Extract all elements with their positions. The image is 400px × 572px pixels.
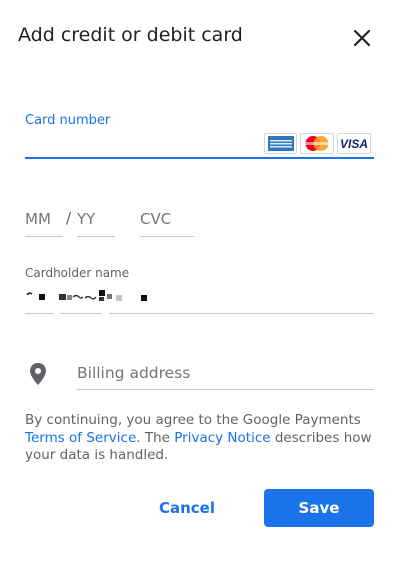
cardholder-underline-a (25, 313, 54, 314)
terms-of-service-link[interactable]: Terms of Service (25, 430, 136, 446)
mastercard-logo (300, 133, 334, 154)
cardholder-underline-c (109, 313, 374, 314)
legal-notice: By continuing, you agree to the Google P… (25, 412, 375, 465)
amex-logo (264, 133, 297, 154)
cardholder-name-input[interactable] (25, 287, 205, 307)
expiry-year-underline (77, 236, 115, 237)
expiry-separator: / (66, 209, 72, 227)
expiry-month-input[interactable] (25, 210, 61, 228)
cancel-button[interactable]: Cancel (146, 490, 228, 526)
legal-middle: . The (136, 429, 170, 446)
cvc-underline (140, 236, 194, 237)
billing-address-input[interactable] (77, 364, 374, 382)
expiry-year-input[interactable] (77, 210, 115, 228)
close-icon (353, 29, 371, 47)
card-number-input[interactable] (25, 132, 260, 156)
expiry-month-underline (25, 236, 63, 237)
svg-text:VISA: VISA (340, 137, 368, 150)
redacted-name (26, 290, 147, 301)
card-number-label: Card number (25, 113, 111, 128)
dialog-title: Add credit or debit card (18, 24, 243, 46)
location-pin-icon (28, 362, 48, 386)
cardholder-underline-b (60, 313, 102, 314)
save-button[interactable]: Save (264, 489, 374, 527)
cardholder-name-label: Cardholder name (25, 266, 130, 280)
card-number-underline (25, 157, 374, 159)
close-button[interactable] (350, 26, 374, 50)
visa-logo: VISA (337, 133, 371, 154)
privacy-notice-link[interactable]: Privacy Notice (174, 430, 270, 446)
legal-prefix: By continuing, you agree to the Google P… (25, 412, 361, 428)
cvc-input[interactable] (140, 210, 192, 228)
billing-address-underline (77, 389, 374, 390)
